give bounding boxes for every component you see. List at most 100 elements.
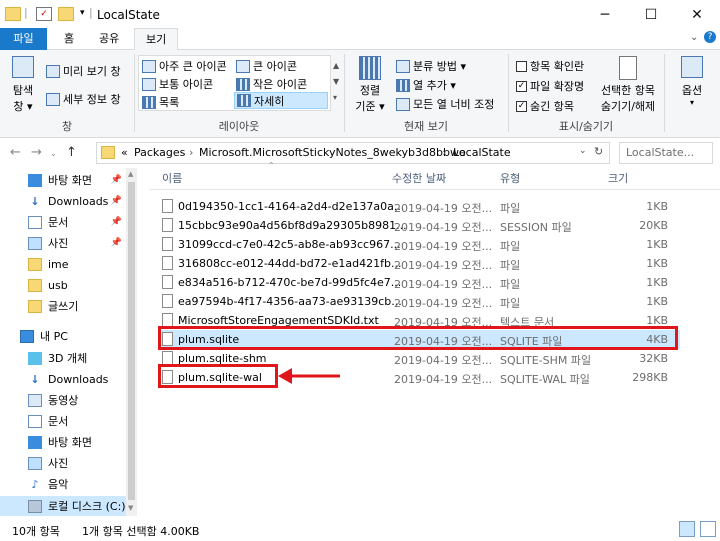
desktop-icon xyxy=(28,173,42,187)
layout-details[interactable]: 자세히 xyxy=(234,92,328,109)
scroll-down-icon[interactable]: ▼ xyxy=(128,504,133,512)
group-label-show-hide: 표시/숨기기 xyxy=(558,120,614,133)
sidebar-item-downloads[interactable]: ↓ Downloads 📌 xyxy=(0,191,126,211)
group-by-button[interactable]: 분류 방법 ▾ xyxy=(396,58,466,74)
sidebar-item-videos[interactable]: 동영상 xyxy=(0,390,126,410)
breadcrumb-separator-icon[interactable]: › xyxy=(189,146,193,159)
properties-icon[interactable]: ✓ xyxy=(36,7,52,21)
sidebar-scrollbar[interactable]: ▲ ▼ xyxy=(126,168,137,516)
hidden-items-label: 숨긴 항목 xyxy=(530,100,574,113)
qa-dropdown-icon[interactable]: ▾ xyxy=(80,8,85,18)
up-button[interactable]: ↑ xyxy=(66,145,77,160)
overflow-crumb[interactable]: « xyxy=(121,146,128,159)
file-type: 파일 xyxy=(500,278,521,291)
divider xyxy=(664,54,665,132)
nav-pane-label2: 창 ▾ xyxy=(13,100,33,113)
tab-home[interactable]: 홈 xyxy=(53,28,85,50)
sidebar-item-pictures[interactable]: 사진 📌 xyxy=(0,233,126,253)
sidebar-item-label: 글쓰기 xyxy=(48,300,79,313)
table-row[interactable]: 316808cc-e012-44dd-bd72-e1ad421fb... 2019… xyxy=(158,254,680,273)
maximize-button[interactable]: ☐ xyxy=(628,0,674,30)
fit-columns-button[interactable]: 모든 열 너비 조정 xyxy=(396,96,494,112)
sidebar-item-pc-pictures[interactable]: 사진 xyxy=(0,453,126,473)
hidden-items-toggle[interactable]: ✓ 숨긴 항목 xyxy=(516,98,574,114)
column-header-type[interactable]: 유형 xyxy=(500,170,520,188)
layout-medium[interactable]: 보통 아이콘 xyxy=(142,76,213,92)
folder-icon xyxy=(28,257,42,271)
sidebar-item-writing[interactable]: 글쓰기 xyxy=(0,296,126,316)
tab-file[interactable]: 파일 xyxy=(0,28,47,50)
table-row[interactable]: 31099ccd-c7e0-42c5-ab8e-ab93cc967... 2019… xyxy=(158,235,680,254)
address-bar[interactable]: « Packages › Microsoft.MicrosoftStickyNo… xyxy=(96,142,610,164)
hide-selected-button[interactable]: 선택한 항목 숨기기/해제 xyxy=(596,56,660,114)
back-button[interactable]: ← xyxy=(10,145,21,160)
recent-dropdown-icon[interactable]: ⌄ xyxy=(50,149,57,158)
layout-large[interactable]: 큰 아이콘 xyxy=(236,58,297,74)
table-row[interactable]: ea97594b-4f17-4356-aa73-ae93139cb... 2019… xyxy=(158,292,680,311)
item-count: 10개 항목 xyxy=(12,525,60,538)
sidebar-item-pc-desktop[interactable]: 바탕 화면 xyxy=(0,432,126,452)
collapse-ribbon-icon[interactable]: ⌄ xyxy=(690,32,698,43)
details-view-button[interactable] xyxy=(679,521,695,537)
breadcrumb-localstate[interactable]: LocalState xyxy=(453,146,511,159)
sidebar-item-ime[interactable]: ime xyxy=(0,254,126,274)
sidebar-item-documents[interactable]: 문서 📌 xyxy=(0,212,126,232)
sidebar-item-music[interactable]: ♪ 음악 xyxy=(0,474,126,494)
folder-icon xyxy=(28,278,42,292)
table-row[interactable]: e834a516-b712-470c-be7d-99d5fc4e7... 2019… xyxy=(158,273,680,292)
tab-share[interactable]: 공유 xyxy=(88,28,130,50)
breadcrumb-packages[interactable]: Packages xyxy=(134,146,185,159)
file-extensions-toggle[interactable]: ✓ 파일 확장명 xyxy=(516,78,584,94)
column-header-name[interactable]: 이름 xyxy=(162,170,182,188)
add-column-button[interactable]: 열 추가 ▾ xyxy=(396,77,456,93)
sidebar-item-desktop[interactable]: 바탕 화면 📌 xyxy=(0,170,126,190)
column-header-size[interactable]: 크기 xyxy=(608,170,628,188)
sidebar-item-label: ime xyxy=(48,257,69,271)
layout-xlarge[interactable]: 아주 큰 아이콘 xyxy=(142,58,227,74)
table-row[interactable]: 15cbbc93e90a4d56bf8d9a29305b8981... 2019-… xyxy=(158,216,680,235)
table-row[interactable]: 0d194350-1cc1-4164-a2d4-d2e137a0a... 2019… xyxy=(158,197,680,216)
details-pane-button[interactable]: 세부 정보 창 xyxy=(46,91,121,107)
forward-button[interactable]: → xyxy=(31,145,42,160)
item-checkboxes-toggle[interactable]: 항목 확인란 xyxy=(516,58,584,74)
new-folder-icon[interactable] xyxy=(58,7,74,21)
help-icon[interactable]: ? xyxy=(704,31,716,43)
sidebar-item-local-disk[interactable]: 로컬 디스크 (C:) xyxy=(0,496,126,516)
file-type: 파일 xyxy=(500,202,521,215)
close-button[interactable]: ✕ xyxy=(674,0,720,30)
sidebar-item-pc-downloads[interactable]: ↓ Downloads xyxy=(0,369,126,389)
sidebar-item-pc-documents[interactable]: 문서 xyxy=(0,411,126,431)
sidebar-item-label: Downloads xyxy=(48,194,109,208)
breadcrumb-separator-icon[interactable]: › xyxy=(442,146,446,159)
scroll-up-icon[interactable]: ▲ xyxy=(128,170,133,178)
nav-pane-button[interactable]: 탐색 창 ▾ xyxy=(8,56,38,114)
layout-small[interactable]: 작은 아이콘 xyxy=(236,76,307,92)
column-header-date[interactable]: 수정한 날짜 xyxy=(392,170,446,188)
tab-view[interactable]: 보기 xyxy=(134,28,179,50)
gallery-scroll-icon[interactable]: ▲ ▼ ▾ xyxy=(333,58,339,106)
address-dropdown-icon[interactable]: ⌄ xyxy=(579,146,587,156)
search-input[interactable]: LocalState... xyxy=(619,142,713,164)
sidebar-item-this-pc[interactable]: 내 PC xyxy=(0,326,126,346)
file-size: 1KB xyxy=(646,200,668,213)
scrollbar-thumb[interactable] xyxy=(128,182,135,500)
preview-pane-button[interactable]: 미리 보기 창 xyxy=(46,63,121,79)
medium-icons-icon xyxy=(142,77,156,91)
sidebar-item-3d-objects[interactable]: 3D 개체 xyxy=(0,348,126,368)
options-icon xyxy=(681,56,703,78)
folder-icon xyxy=(28,299,42,313)
file-icon xyxy=(162,237,173,251)
sidebar-item-usb[interactable]: usb xyxy=(0,275,126,295)
layout-label: 보통 아이콘 xyxy=(159,78,214,91)
document-icon xyxy=(28,215,42,229)
layout-list[interactable]: 목록 xyxy=(142,94,179,110)
sort-by-button[interactable]: 정렬 기준 ▾ xyxy=(352,56,388,114)
sidebar-item-label: 문서 xyxy=(48,216,69,229)
breadcrumb-sticky-notes[interactable]: Microsoft.MicrosoftStickyNotes_8wekyb3d8… xyxy=(199,146,466,159)
refresh-icon[interactable]: ↻ xyxy=(594,145,603,158)
large-icons-view-button[interactable] xyxy=(700,521,716,537)
options-button[interactable]: 옵션 ▾ xyxy=(672,56,712,107)
preview-pane-icon xyxy=(46,64,60,78)
folder-icon xyxy=(5,7,21,21)
minimize-button[interactable]: ─ xyxy=(582,0,628,30)
